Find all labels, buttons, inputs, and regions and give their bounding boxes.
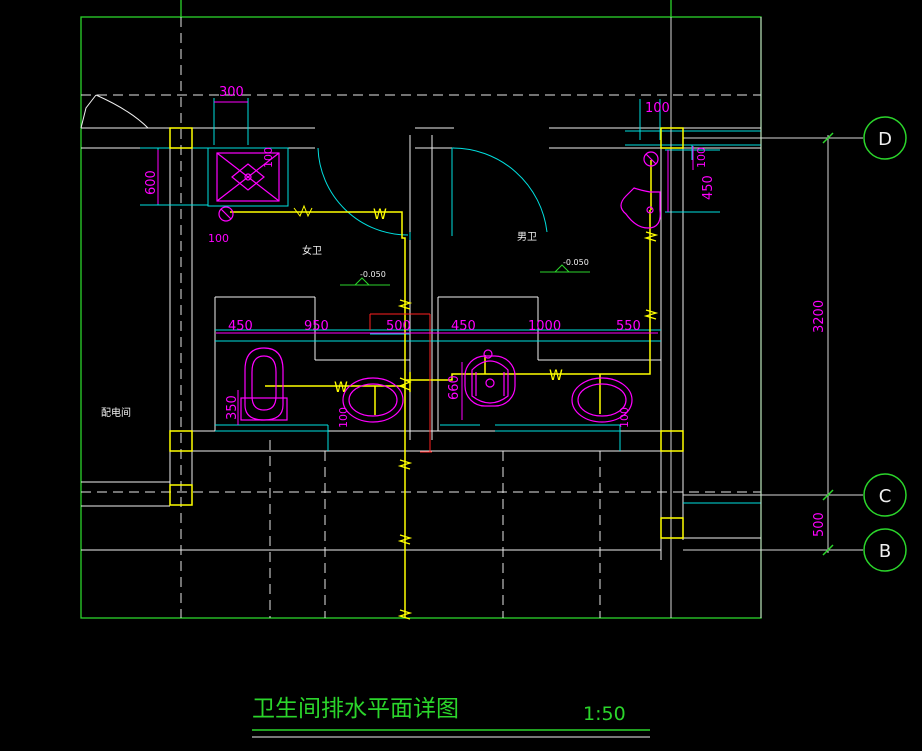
dim-v-100-left: 100 bbox=[337, 407, 350, 428]
dim-axis-500: 500 bbox=[812, 512, 827, 537]
floor-drain bbox=[293, 204, 313, 218]
level-texts: -0.050 -0.050 bbox=[360, 258, 589, 279]
fixtures bbox=[216, 151, 661, 423]
axis-label-d: D bbox=[878, 129, 892, 150]
dim-v-350: 350 bbox=[225, 395, 240, 420]
drawing-canvas: W W W 300 100 600 100 100 100 450 450 95… bbox=[80, 0, 907, 738]
title-block: 卫生间排水平面详图 1:50 bbox=[252, 696, 650, 738]
dim-left-100: 100 bbox=[208, 232, 229, 245]
axis-label-b: B bbox=[879, 541, 891, 562]
dimension-lines bbox=[157, 101, 694, 425]
room-label-distribution: 配电间 bbox=[101, 406, 131, 419]
dim-top-300: 300 bbox=[219, 85, 244, 100]
frame bbox=[80, 0, 762, 619]
axis-label-c: C bbox=[879, 486, 892, 507]
pipe-label-w3: W bbox=[549, 368, 563, 384]
dim-right-100: 100 bbox=[695, 147, 708, 168]
dim-right-450: 450 bbox=[701, 175, 716, 200]
dim-row-950: 950 bbox=[304, 319, 329, 334]
dim-row-550: 550 bbox=[616, 319, 641, 334]
dim-v-100-right: 100 bbox=[618, 407, 631, 428]
walls bbox=[80, 94, 761, 560]
dim-top-100: 100 bbox=[645, 101, 670, 116]
dim-row-500: 500 bbox=[386, 319, 411, 334]
drain-pipes bbox=[230, 160, 652, 618]
dim-row-450-left: 450 bbox=[228, 319, 253, 334]
pipe-label-w1: W bbox=[373, 207, 387, 223]
axis-bubbles: D C B bbox=[863, 116, 907, 572]
pipe-label-w2: W bbox=[334, 380, 348, 396]
drawing-scale: 1:50 bbox=[583, 703, 626, 725]
dim-row-450-right: 450 bbox=[451, 319, 476, 334]
dim-axis-3200: 3200 bbox=[812, 300, 827, 333]
room-label-mens: 男卫 bbox=[517, 231, 537, 243]
dim-row-1000: 1000 bbox=[528, 319, 561, 334]
dim-small-100: 100 bbox=[262, 147, 275, 168]
axis-dimension-texts: 3200 500 bbox=[812, 300, 827, 537]
dim-v-660: 660 bbox=[447, 375, 462, 400]
axis-lines bbox=[670, 17, 863, 618]
room-label-womens: 女卫 bbox=[302, 244, 322, 257]
level-womens: -0.050 bbox=[360, 270, 386, 279]
level-mens: -0.050 bbox=[563, 258, 589, 267]
drawing-title: 卫生间排水平面详图 bbox=[252, 696, 459, 722]
dim-left-600: 600 bbox=[144, 170, 159, 195]
